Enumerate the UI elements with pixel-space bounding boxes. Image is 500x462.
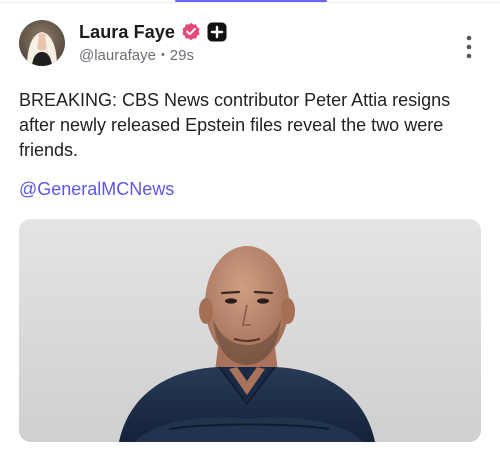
author-handle[interactable]: @laurafaye — [79, 47, 156, 64]
verified-badge-icon — [181, 22, 201, 42]
post-text: BREAKING: CBS News contributor Peter Att… — [19, 90, 451, 160]
avatar[interactable] — [19, 20, 65, 66]
mention-link[interactable]: @GeneralMCNews — [19, 179, 174, 200]
more-options-icon[interactable] — [463, 34, 475, 60]
author-display-name[interactable]: Laura Faye — [79, 22, 175, 43]
plus-badge-icon — [207, 22, 227, 42]
post-timestamp: 29s — [169, 47, 194, 64]
top-divider — [0, 2, 500, 3]
post-header: Laura Faye @laurafaye • 29s — [19, 20, 481, 68]
post-image[interactable] — [19, 219, 481, 442]
author-meta: @laurafaye • 29s — [79, 47, 194, 64]
author-name-row: Laura Faye — [79, 20, 227, 44]
meta-separator: • — [160, 48, 165, 61]
